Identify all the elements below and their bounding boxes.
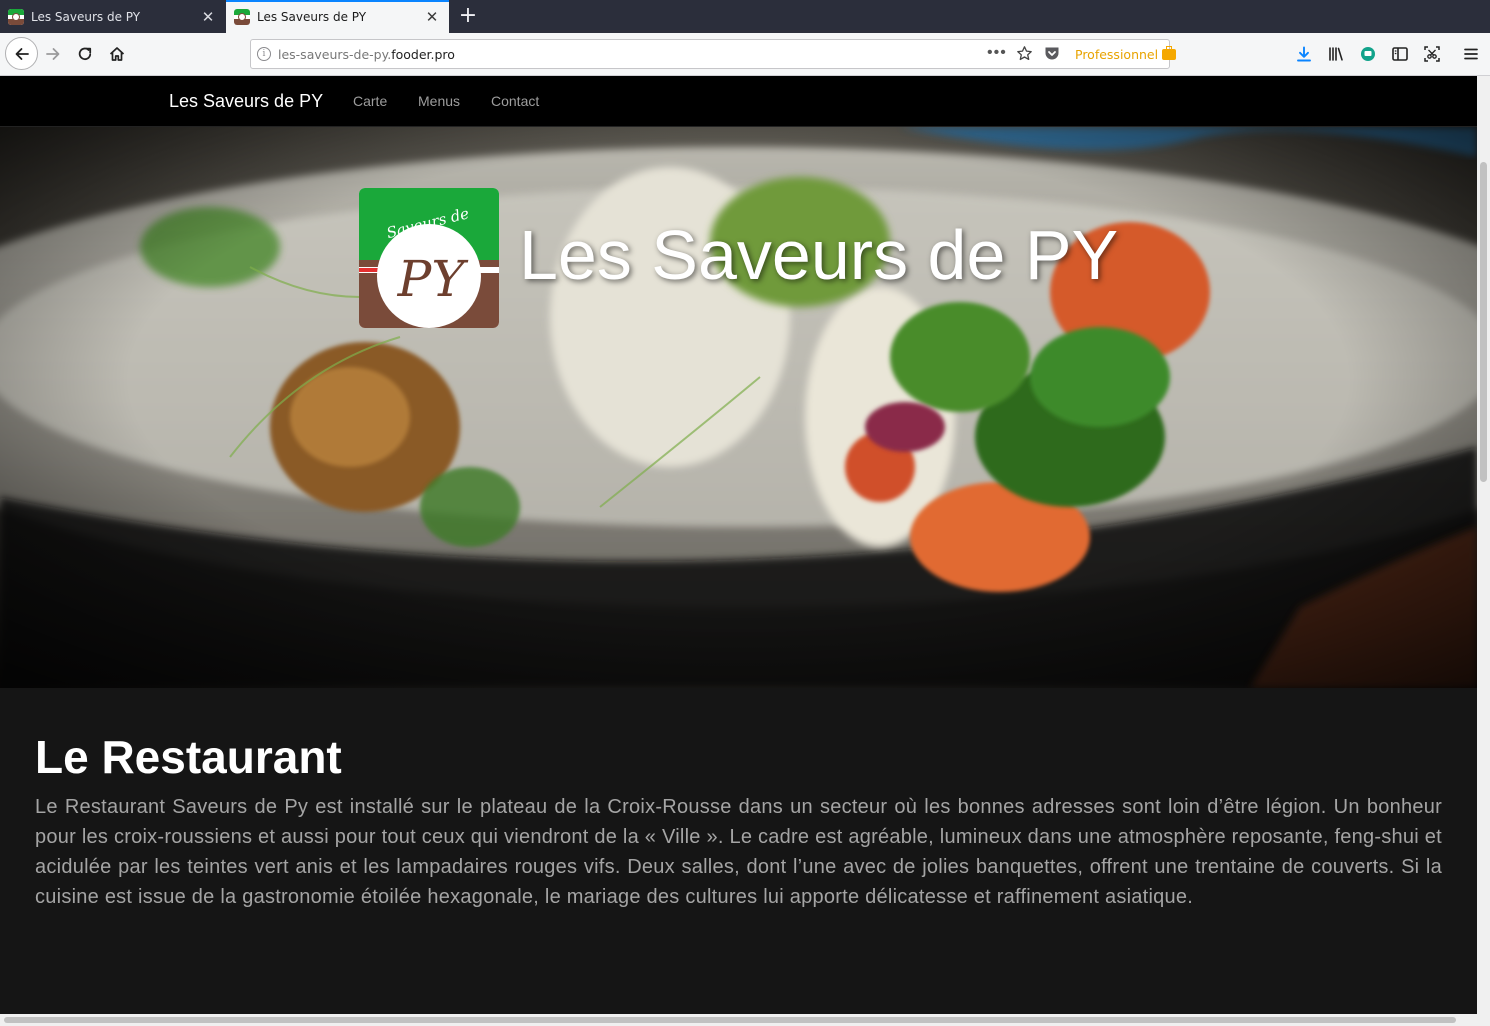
reload-button[interactable] [70,39,100,69]
download-icon [1297,46,1311,62]
navigation-toolbar: i les-saveurs-de-py.fooder.pro ••• Profe… [0,33,1490,76]
home-button[interactable] [102,39,132,69]
back-icon [15,47,29,60]
new-tab-button[interactable]: + [456,4,480,28]
vertical-scrollbar[interactable] [1477,76,1490,1014]
web-page: Les Saveurs de PY Carte Menus Contact Sa… [0,76,1477,1014]
vertical-scrollbar-thumb[interactable] [1480,162,1487,482]
container-label: Professionnel [1075,47,1159,62]
extension-icon [1361,47,1375,61]
pocket-icon[interactable] [1044,46,1060,66]
url-input[interactable]: les-saveurs-de-py.fooder.pro [278,47,455,62]
close-tab-icon[interactable]: ✕ [421,8,443,26]
site-favicon-icon [8,8,24,25]
briefcase-icon [1162,46,1177,60]
home-icon [109,47,125,61]
library-icon [1329,47,1343,61]
bookmark-star-icon[interactable] [1016,45,1033,67]
menu-icon [1464,48,1478,60]
forward-button[interactable] [38,39,68,69]
tab-strip: Les Saveurs de PY ✕ Les Saveurs de PY ✕ … [0,0,1490,33]
tab-1[interactable]: Les Saveurs de PY ✕ [0,0,225,33]
downloads-button[interactable] [1289,39,1319,69]
screenshot-icon [1424,46,1440,62]
nav-carte-link[interactable]: Carte [353,93,387,109]
hero-food-photo [0,127,1477,688]
page-actions-button[interactable]: ••• [987,44,1007,62]
info-icon[interactable]: i [257,47,271,61]
back-button[interactable] [5,37,38,70]
site-favicon-icon [234,8,250,25]
hero-title: Les Saveurs de PY [519,216,1119,294]
tab-title: Les Saveurs de PY [257,9,367,24]
hero-banner: Saveurs de PY Les Saveurs de PY [0,127,1477,688]
horizontal-scrollbar[interactable] [0,1014,1490,1026]
menu-button[interactable] [1456,39,1486,69]
library-button[interactable] [1321,39,1351,69]
extension-button[interactable] [1353,39,1383,69]
screenshot-button[interactable] [1417,39,1447,69]
sidebar-button[interactable] [1385,39,1415,69]
tab-title: Les Saveurs de PY [31,9,141,24]
site-navbar: Les Saveurs de PY Carte Menus Contact [0,76,1477,127]
tab-2[interactable]: Les Saveurs de PY ✕ [226,0,449,33]
logo-py-text: PY [397,250,469,308]
nav-menus-link[interactable]: Menus [418,93,460,109]
url-domain: fooder.pro [391,47,455,62]
url-subdomain: les-saveurs-de-py. [278,47,392,62]
url-bar[interactable]: i les-saveurs-de-py.fooder.pro ••• Profe… [250,39,1177,69]
restaurant-heading: Le Restaurant [35,731,342,783]
container-badge: Professionnel [1075,46,1177,62]
close-tab-icon[interactable]: ✕ [197,8,219,26]
nav-contact-link[interactable]: Contact [491,93,539,109]
site-brand-link[interactable]: Les Saveurs de PY [169,91,323,112]
sidebar-icon [1392,47,1408,61]
horizontal-scrollbar-thumb[interactable] [4,1017,1456,1023]
restaurant-description: Le Restaurant Saveurs de Py est installé… [35,796,1442,908]
reload-icon [78,47,92,61]
restaurant-logo: Saveurs de PY [359,188,499,328]
forward-icon [46,48,60,60]
